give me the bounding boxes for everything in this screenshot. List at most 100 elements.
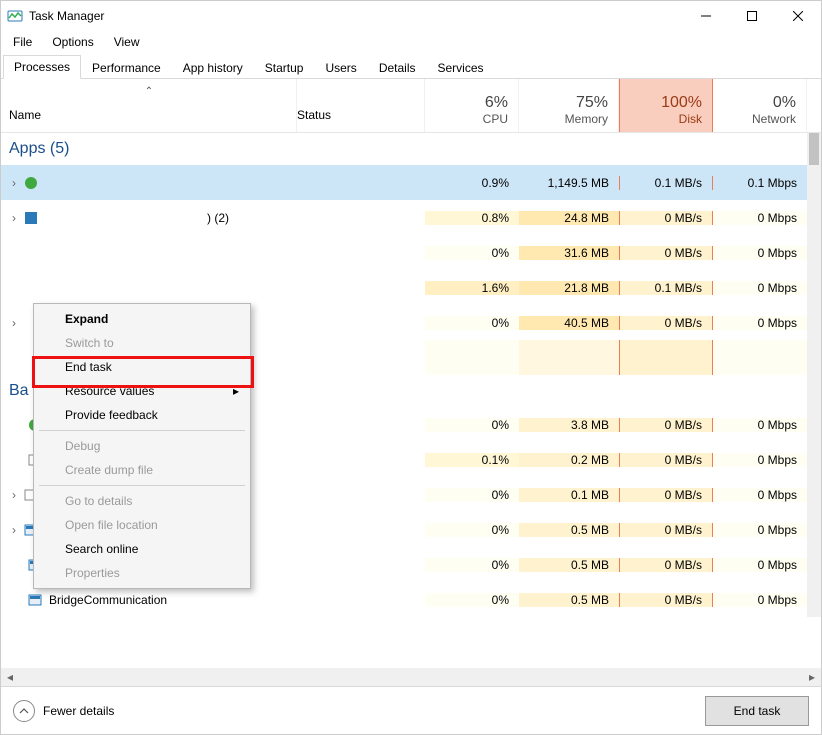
disk-value: 0 MB/s — [619, 558, 713, 572]
memory-value: 1,149.5 MB — [519, 176, 619, 190]
task-manager-window: Task Manager File Options View Processes… — [0, 0, 822, 735]
tab-processes[interactable]: Processes — [3, 55, 81, 79]
disk-value: 0 MB/s — [619, 453, 713, 467]
window-title: Task Manager — [29, 9, 104, 23]
cpu-value: 0.9% — [425, 176, 519, 190]
column-name[interactable]: ⌃ Name — [1, 79, 297, 132]
disk-value: 0.1 MB/s — [619, 176, 713, 190]
end-task-button[interactable]: End task — [705, 696, 809, 726]
disk-percent: 100% — [661, 94, 702, 112]
scrollbar-thumb[interactable] — [809, 133, 819, 165]
disk-value: 0 MB/s — [619, 593, 713, 607]
disk-value: 0 MB/s — [619, 211, 713, 225]
close-button[interactable] — [775, 1, 821, 31]
memory-value: 0.5 MB — [519, 593, 619, 607]
cpu-value: 0% — [425, 246, 519, 260]
network-value: 0 Mbps — [713, 316, 807, 330]
cpu-value: 0.8% — [425, 211, 519, 225]
ctx-open-location: Open file location — [37, 513, 247, 537]
network-value: 0 Mbps — [713, 453, 807, 467]
process-name: ) (2) — [207, 211, 229, 225]
disk-label: Disk — [679, 112, 702, 126]
group-apps[interactable]: Apps (5) — [1, 133, 807, 165]
network-value: 0 Mbps — [713, 281, 807, 295]
expander-icon[interactable]: › — [5, 176, 23, 190]
disk-value: 0.1 MB/s — [619, 281, 713, 295]
disk-value: 0 MB/s — [619, 246, 713, 260]
network-value: 0.1 Mbps — [713, 176, 807, 190]
memory-value: 21.8 MB — [519, 281, 619, 295]
column-status[interactable]: Status — [297, 79, 425, 132]
fewer-details-toggle[interactable]: Fewer details — [13, 700, 114, 722]
ctx-switch-to: Switch to — [37, 331, 247, 355]
process-icon — [27, 592, 43, 608]
memory-value: 24.8 MB — [519, 211, 619, 225]
column-disk[interactable]: 100%Disk — [619, 79, 713, 132]
horizontal-scrollbar[interactable]: ◂ ▸ — [1, 668, 821, 686]
memory-label: Memory — [565, 112, 608, 126]
ctx-go-to-details: Go to details — [37, 489, 247, 513]
memory-value: 3.8 MB — [519, 418, 619, 432]
scroll-right-icon[interactable]: ▸ — [803, 668, 821, 686]
network-value: 0 Mbps — [713, 211, 807, 225]
expander-icon[interactable]: › — [5, 523, 23, 537]
cpu-value: 0% — [425, 558, 519, 572]
ctx-expand[interactable]: Expand — [37, 307, 247, 331]
chevron-up-icon — [13, 700, 35, 722]
cpu-value: 0% — [425, 488, 519, 502]
scroll-left-icon[interactable]: ◂ — [1, 668, 19, 686]
memory-value: 40.5 MB — [519, 316, 619, 330]
column-network[interactable]: 0%Network — [713, 79, 807, 132]
tab-app-history[interactable]: App history — [172, 56, 254, 79]
expander-icon[interactable]: › — [5, 211, 23, 225]
submenu-arrow-icon: ▸ — [233, 384, 239, 398]
memory-value: 31.6 MB — [519, 246, 619, 260]
process-name: BridgeCommunication — [49, 593, 167, 607]
ctx-properties: Properties — [37, 561, 247, 585]
column-cpu[interactable]: 6%CPU — [425, 79, 519, 132]
menu-options[interactable]: Options — [44, 33, 101, 51]
tab-services[interactable]: Services — [427, 56, 495, 79]
tab-startup[interactable]: Startup — [254, 56, 315, 79]
minimize-button[interactable] — [683, 1, 729, 31]
ctx-separator — [39, 485, 245, 486]
process-row[interactable]: 1.6% 21.8 MB 0.1 MB/s 0 Mbps — [1, 270, 807, 305]
process-row[interactable]: › 0.9% 1,149.5 MB 0.1 MB/s 0.1 Mbps — [1, 165, 807, 200]
tabstrip: Processes Performance App history Startu… — [1, 53, 821, 79]
menubar: File Options View — [1, 31, 821, 53]
column-memory[interactable]: 75%Memory — [519, 79, 619, 132]
network-value: 0 Mbps — [713, 246, 807, 260]
ctx-create-dump: Create dump file — [37, 458, 247, 482]
ctx-end-task[interactable]: End task — [37, 355, 247, 379]
maximize-button[interactable] — [729, 1, 775, 31]
ctx-search-online[interactable]: Search online — [37, 537, 247, 561]
memory-value: 0.2 MB — [519, 453, 619, 467]
cpu-label: CPU — [483, 112, 508, 126]
cpu-value: 0% — [425, 523, 519, 537]
context-menu: Expand Switch to End task Resource value… — [33, 303, 251, 589]
tab-details[interactable]: Details — [368, 56, 427, 79]
expander-icon[interactable]: › — [5, 316, 23, 330]
process-row[interactable]: › xxxxxxxxxxxxxxxxxxxxxxxxxxx ) (2) 0.8%… — [1, 200, 807, 235]
fewer-details-label: Fewer details — [43, 704, 114, 718]
column-status-label: Status — [297, 108, 331, 122]
tab-users[interactable]: Users — [314, 56, 367, 79]
vertical-scrollbar[interactable] — [807, 133, 821, 617]
process-icon — [23, 175, 39, 191]
cpu-value: 0% — [425, 418, 519, 432]
disk-value: 0 MB/s — [619, 418, 713, 432]
ctx-resource-values[interactable]: Resource values▸ — [37, 379, 247, 403]
network-value: 0 Mbps — [713, 558, 807, 572]
network-value: 0 Mbps — [713, 488, 807, 502]
network-label: Network — [752, 112, 796, 126]
ctx-provide-feedback[interactable]: Provide feedback — [37, 403, 247, 427]
grid-header: ⌃ Name Status 6%CPU 75%Memory 100%Disk 0… — [1, 79, 821, 133]
task-manager-icon — [7, 8, 23, 24]
menu-file[interactable]: File — [5, 33, 40, 51]
expander-icon[interactable]: › — [5, 488, 23, 502]
tab-performance[interactable]: Performance — [81, 56, 172, 79]
process-row[interactable]: 0% 31.6 MB 0 MB/s 0 Mbps — [1, 235, 807, 270]
menu-view[interactable]: View — [106, 33, 148, 51]
sort-indicator-icon: ⌃ — [1, 87, 297, 97]
memory-value: 0.5 MB — [519, 558, 619, 572]
